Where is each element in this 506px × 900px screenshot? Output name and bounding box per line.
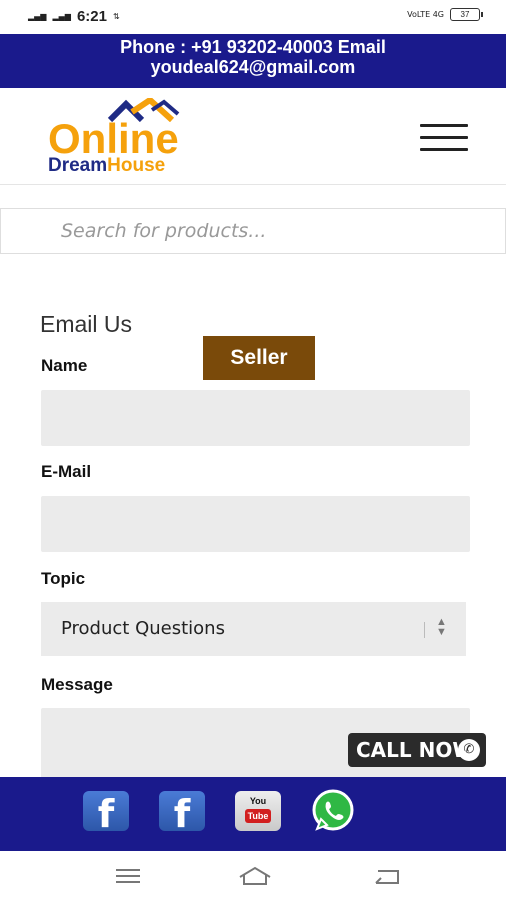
youtube-you-text: You <box>249 796 267 806</box>
contact-bar: Phone : +91 93202-40003 Email youdeal624… <box>0 34 506 88</box>
site-logo[interactable]: Online DreamHouse <box>46 98 226 178</box>
facebook-icon[interactable]: f <box>83 791 129 836</box>
call-now-button[interactable]: CALL NOW ✆ <box>348 733 486 767</box>
clock: 6:21 <box>76 8 107 25</box>
message-label: Message <box>41 675 113 694</box>
search-input[interactable] <box>59 209 503 253</box>
menu-icon[interactable] <box>113 865 143 887</box>
whatsapp-icon[interactable] <box>309 789 357 831</box>
site-header: Online DreamHouse <box>0 88 506 185</box>
contact-email[interactable]: youdeal624@gmail.com <box>0 57 506 77</box>
email-label: E-Mail <box>41 462 92 481</box>
contact-phone-email: Phone : +91 93202-40003 Email <box>120 37 386 57</box>
topic-label: Topic <box>41 569 86 588</box>
form-title: Email Us <box>40 311 133 337</box>
youtube-tube-text: Tube <box>244 809 272 823</box>
select-divider <box>424 622 425 638</box>
name-label: Name <box>41 356 88 375</box>
home-icon[interactable] <box>238 865 271 887</box>
facebook-icon[interactable]: f <box>159 791 205 836</box>
signal-icon-2: ▂▄▆ <box>52 11 71 21</box>
search-bar <box>0 208 506 254</box>
name-field[interactable] <box>41 390 470 446</box>
signal-icon: ▂▄▆ <box>28 11 47 21</box>
status-left: ▂▄▆ ▂▄▆ 6:21 ⇅ <box>28 8 120 25</box>
back-icon[interactable] <box>372 865 402 887</box>
menu-hamburger-icon[interactable] <box>420 124 468 154</box>
android-nav-bar <box>0 851 506 900</box>
phone-icon: ✆ <box>458 739 480 761</box>
logo-word-online: Online <box>48 115 179 162</box>
logo-word-house: House <box>107 155 166 176</box>
data-icon: ⇅ <box>112 11 120 21</box>
topic-select[interactable]: Product Questions ▲ ▼ <box>41 602 466 656</box>
logo-word-dream: Dream <box>48 155 108 176</box>
call-now-label: CALL NOW <box>356 738 475 762</box>
social-footer: f f You Tube <box>0 777 506 851</box>
youtube-icon[interactable]: You Tube <box>235 791 281 831</box>
status-bar: ▂▄▆ ▂▄▆ 6:21 ⇅ VoLTE 4G 37 <box>0 0 506 34</box>
email-field[interactable] <box>41 496 470 552</box>
seller-button[interactable]: Seller <box>203 336 315 380</box>
status-right: VoLTE 4G 37 <box>407 8 483 21</box>
logo-word-dreamhouse: DreamHouse <box>48 156 165 176</box>
battery-icon: 37 <box>450 8 483 21</box>
network-indicator: VoLTE 4G <box>407 9 444 19</box>
topic-selected-value: Product Questions <box>61 618 225 639</box>
select-arrows-icon: ▲ ▼ <box>436 616 447 638</box>
